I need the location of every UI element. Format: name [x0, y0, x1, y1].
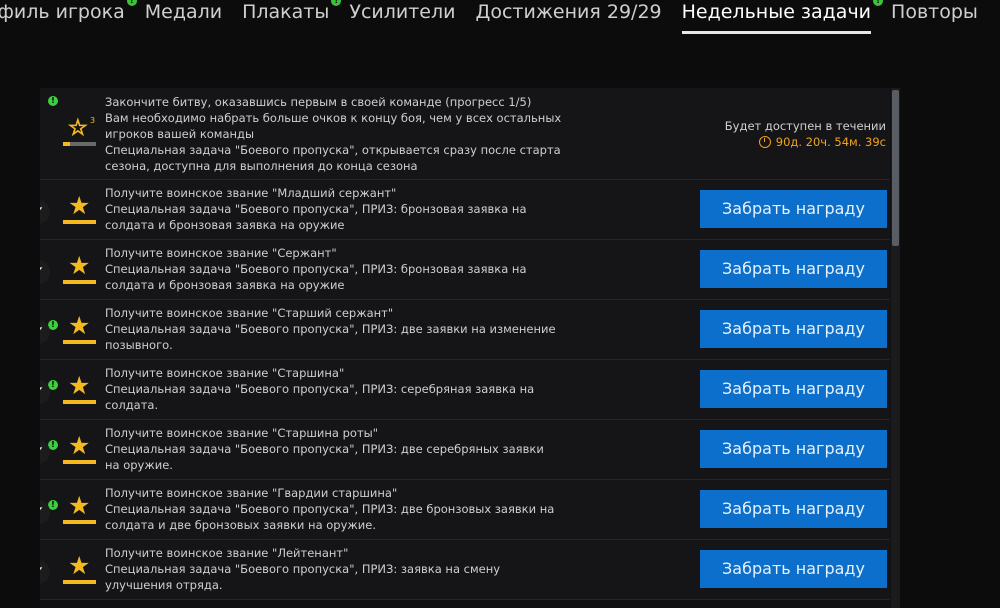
task-text-line: Специальная задача "Боевого пропуска", П…: [105, 502, 555, 516]
task-text-line: солдата.: [105, 398, 159, 412]
task-progress-bar: [63, 340, 96, 344]
task-row: !✔★Получите воинское звание "Старшина ро…: [40, 420, 890, 480]
task-row: !✔★Получите воинское звание "Старший сер…: [40, 300, 890, 360]
task-progress-bar: [63, 220, 96, 224]
check-icon: ✔: [40, 560, 50, 584]
task-text-line: Получите воинское звание "Сержант": [105, 246, 337, 260]
task-description: Получите воинское звание "Сержант" Специа…: [105, 245, 565, 293]
task-text-line: Специальная задача "Боевого пропуска", П…: [105, 562, 501, 576]
task-text-line: Вам необходимо набрать больше очков к ко…: [105, 111, 562, 125]
tab-alert-icon: !: [873, 0, 884, 6]
tab-label: Достижения 29/29: [475, 1, 662, 23]
availability-label: Будет доступен в течении: [724, 119, 886, 133]
task-row: !✔★Получите воинское звание "Гвардии ста…: [40, 480, 890, 540]
task-text-line: позывного.: [105, 338, 173, 352]
task-progress-bar: [63, 142, 96, 146]
task-row: ✔ ★ Получите воинское звание "Сержант" Спец…: [40, 240, 890, 300]
task-text-line: Получите воинское звание "Старшина": [105, 366, 345, 380]
task-description: Получите воинское звание "Старшина роты"…: [105, 425, 565, 473]
task-progress-bar: [63, 580, 96, 584]
task-text-line: солдата и бронзовая заявка на оружие: [105, 278, 345, 292]
task-text-line: Получите воинское звание "Старший сержан…: [105, 306, 394, 320]
tab-label: Недельные задачи: [681, 1, 872, 23]
task-text-line: Специальная задача "Боевого пропуска", П…: [105, 442, 544, 456]
tab-0[interactable]: офиль игрока!: [0, 0, 137, 34]
tab-4[interactable]: Достижения 29/29: [475, 0, 661, 34]
task-text-line: Закончите битву, оказавшись первым в сво…: [105, 95, 532, 109]
clock-icon: [758, 136, 771, 148]
task-description: Получите воинское звание "Старшина" Специ…: [105, 365, 565, 413]
task-progress-bar: [63, 520, 96, 524]
task-row: !✔★Получите воинское звание "Старшина"Сп…: [40, 360, 890, 420]
star-icon: ★: [68, 431, 91, 460]
task-text-line: улучшения отряда.: [105, 578, 223, 592]
claim-reward-button[interactable]: Забрать награду: [700, 250, 887, 288]
task-text-line: Получите воинское звание "Гвардии старши…: [105, 486, 398, 500]
task-description: Получите воинское звание "Гвардии старши…: [105, 485, 565, 533]
availability-time: 90д. 20ч. 54м. 39с: [775, 135, 886, 149]
star-outline-icon: ☆: [68, 116, 89, 142]
task-text-line: игроков вашей команды: [105, 127, 255, 141]
star-icon: ★: [68, 371, 91, 400]
tab-label: Плакаты: [242, 1, 330, 23]
claim-reward-button[interactable]: Забрать награду: [700, 370, 887, 408]
task-description: Получите воинское звание "Старший сержан…: [105, 305, 565, 353]
star-icon: ★: [68, 491, 91, 520]
star-icon: ★: [68, 191, 91, 220]
claim-reward-button[interactable]: Забрать награду: [700, 430, 887, 468]
tab-alert-icon: !: [331, 0, 342, 6]
task-row: ✔ ★ Получите воинское звание "Младший серж…: [40, 180, 890, 240]
tab-label: Повторы: [891, 1, 978, 23]
task-text-line: Получите воинское звание "Лейтенант": [105, 546, 349, 560]
task-level: 3: [90, 116, 96, 125]
task-text-line: Специальная задача "Боевого пропуска", П…: [105, 262, 527, 276]
task-description: Получите воинское звание "Младший сержан…: [105, 185, 565, 233]
task-text-line: Специальная задача "Боевого пропуска", о…: [105, 143, 561, 157]
tab-alert-icon: !: [126, 0, 137, 6]
claim-reward-button[interactable]: Забрать награду: [700, 490, 887, 528]
task-text-line: сезона, доступна для выполнения до конца…: [105, 159, 418, 173]
tab-label: Усилители: [349, 1, 456, 23]
claim-reward-button[interactable]: Забрать награду: [700, 310, 887, 348]
task-text-line: Специальная задача "Боевого пропуска", П…: [105, 202, 527, 216]
claim-reward-button[interactable]: Забрать награду: [700, 550, 887, 588]
tab-label: Медали: [144, 1, 223, 23]
task-text-line: на оружие.: [105, 458, 173, 472]
availability-timer: 90д. 20ч. 54м. 39с: [758, 135, 886, 149]
tab-5[interactable]: Недельные задачи!: [681, 0, 884, 34]
star-icon: ★: [68, 251, 91, 280]
task-row-current: ! ☆ 3 Закончите битву, оказавшись первым…: [40, 88, 890, 180]
task-text-line: Специальная задача "Боевого пропуска", П…: [105, 382, 535, 396]
alert-icon: !: [48, 96, 58, 106]
task-row: ✔ ★ Получите воинское звание "Лейтенант" Сп…: [40, 540, 890, 600]
task-description: Получите воинское звание "Лейтенант" Спец…: [105, 545, 565, 593]
task-description: Закончите битву, оказавшись первым в сво…: [105, 94, 565, 174]
task-text-line: Получите воинское звание "Старшина роты": [105, 426, 379, 440]
tab-label: офиль игрока: [0, 1, 125, 23]
check-icon: ✔: [40, 260, 50, 284]
claim-reward-button[interactable]: Забрать награду: [700, 190, 887, 228]
scrollbar-thumb[interactable]: [892, 90, 899, 246]
tab-bar: офиль игрока! Медали Плакаты! Усилители Дост…: [0, 0, 1000, 38]
tab-3[interactable]: Усилители: [349, 0, 455, 34]
weekly-tasks-list: ! ☆ 3 Закончите битву, оказавшись первым…: [40, 88, 900, 608]
task-text-line: солдата и бронзовая заявка на оружие: [105, 218, 345, 232]
task-progress-bar: [63, 280, 96, 284]
task-text-line: солдата и две бронзовых заявки на оружие…: [105, 518, 376, 532]
task-text-line: Получите воинское звание "Младший сержан…: [105, 186, 397, 200]
task-text-line: Специальная задача "Боевого пропуска", П…: [105, 322, 556, 336]
task-progress-bar: [63, 400, 96, 404]
star-icon: ★: [68, 551, 91, 580]
tab-1[interactable]: Медали: [145, 0, 222, 34]
check-icon: ✔: [40, 200, 50, 224]
task-progress-bar: [63, 460, 96, 464]
star-icon: ★: [68, 311, 91, 340]
tab-2[interactable]: Плакаты!: [242, 0, 342, 34]
tab-6[interactable]: Повторы: [891, 0, 978, 34]
